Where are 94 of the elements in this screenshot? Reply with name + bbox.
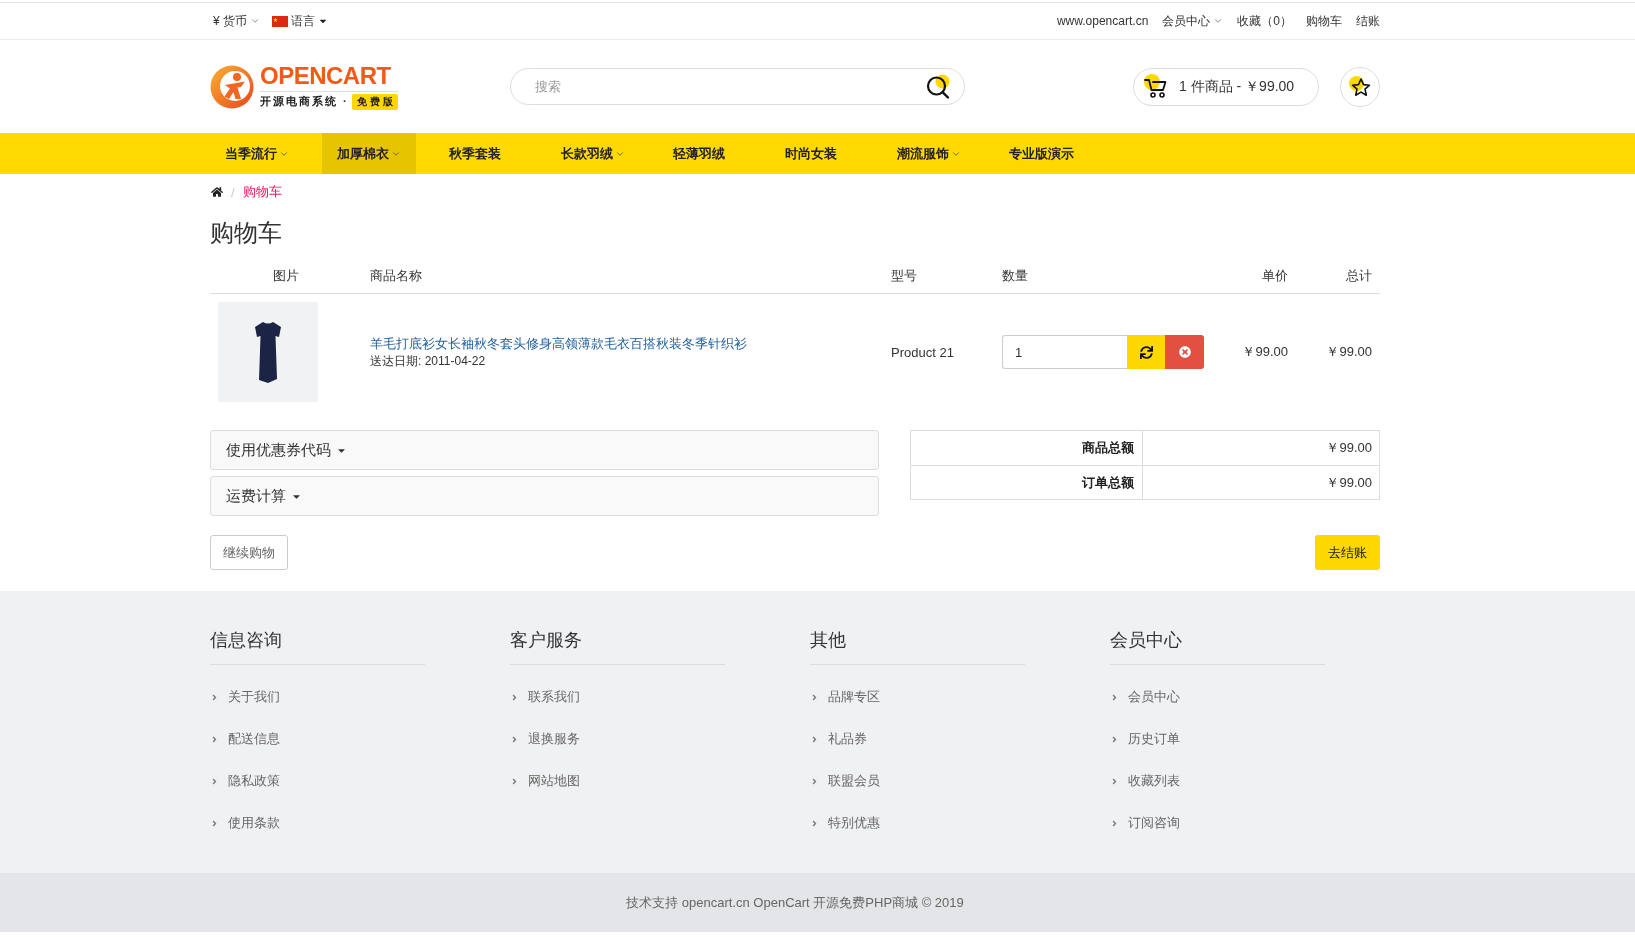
search-icon — [925, 74, 951, 100]
chevron-right-icon — [810, 734, 819, 744]
star-icon — [1349, 75, 1371, 98]
logo-tagline: 开源电商系统 · — [260, 94, 349, 109]
column-header: 数量 — [1002, 266, 1028, 285]
logo-wordmark: OPENCART — [260, 63, 392, 88]
total-label: 订单总额 — [911, 466, 1143, 499]
quantity-field[interactable]: 1 — [1002, 335, 1127, 369]
checkout-button[interactable]: 去结账 — [1315, 535, 1380, 570]
footer-heading: 会员中心 — [1110, 628, 1325, 665]
wishlist-button[interactable] — [1340, 66, 1380, 107]
model-cell: Product 21 — [891, 344, 954, 360]
top-link[interactable]: 收藏（0） — [1237, 12, 1292, 30]
flag-icon — [272, 15, 288, 27]
footer-link[interactable]: 订阅咨询 — [1128, 814, 1180, 832]
chevron-right-icon — [810, 776, 819, 786]
footer-link[interactable]: 隐私政策 — [228, 772, 280, 790]
nav-item[interactable]: 轻薄羽绒 — [658, 133, 740, 174]
breadcrumb-separator: / — [231, 184, 235, 200]
page-title: 购物车 — [210, 220, 283, 246]
footer-link[interactable]: 会员中心 — [1128, 688, 1180, 706]
collapsible-panel[interactable]: 运费计算 — [210, 476, 879, 516]
top-link[interactable]: 会员中心 — [1162, 12, 1224, 30]
total-value: ￥99.00 — [1325, 473, 1373, 492]
chevron-right-icon — [510, 692, 519, 702]
nav-item[interactable]: 时尚女装 — [770, 133, 852, 174]
column-header: 商品名称 — [370, 266, 422, 285]
collapsible-panel[interactable]: 使用优惠券代码 — [210, 430, 879, 470]
chevron-right-icon — [210, 692, 219, 702]
edition-badge: 免费版 — [351, 93, 398, 110]
footer-link[interactable]: 退换服务 — [528, 730, 580, 748]
footer-link[interactable]: 配送信息 — [228, 730, 280, 748]
continue-shopping-button[interactable]: 继续购物 — [210, 535, 288, 570]
chevron-right-icon — [1110, 692, 1119, 702]
copyright-text: 技术支持 opencart.cn OpenCart 开源免费PHP商城 © 2019 — [626, 893, 964, 912]
footer-heading: 客户服务 — [510, 628, 725, 665]
chevron-right-icon — [210, 818, 219, 828]
nav-item[interactable]: 秋季套装 — [434, 133, 516, 174]
footer-heading: 其他 — [810, 628, 1025, 665]
nav-item[interactable]: 潮流服饰 — [882, 133, 976, 174]
breadcrumb-link[interactable]: 购物车 — [242, 183, 282, 201]
total-cell: ￥99.00 — [1326, 343, 1372, 361]
currency-menu[interactable]: ¥ 货币 — [213, 12, 260, 30]
footer-link[interactable]: 使用条款 — [228, 814, 280, 832]
chevron-right-icon — [510, 776, 519, 786]
column-header: 总计 — [1346, 266, 1372, 285]
home-icon[interactable] — [211, 186, 223, 198]
footer-link[interactable]: 联盟会员 — [828, 772, 880, 790]
chevron-right-icon — [810, 818, 819, 828]
logo[interactable]: OPENCART 开源电商系统 · 免费版 — [210, 63, 510, 110]
chevron-right-icon — [1110, 776, 1119, 786]
chevron-right-icon — [1110, 818, 1119, 828]
column-header: 图片 — [273, 266, 299, 285]
footer-link[interactable]: 特别优惠 — [828, 814, 880, 832]
language-menu[interactable]: 语言 — [272, 12, 328, 30]
dress-icon — [253, 321, 283, 383]
nav-item[interactable]: 专业版演示 — [994, 133, 1089, 174]
top-link[interactable]: www.opencart.cn — [1056, 14, 1149, 28]
total-label: 商品总额 — [911, 431, 1143, 465]
nav-item[interactable]: 长款羽绒 — [546, 133, 640, 174]
logo-icon — [210, 64, 254, 109]
chevron-right-icon — [1110, 734, 1119, 744]
chevron-down-icon — [250, 16, 260, 26]
chevron-right-icon — [210, 734, 219, 744]
remove-button[interactable] — [1165, 335, 1204, 369]
nav-item[interactable]: 当季流行 — [210, 133, 304, 174]
total-value: ￥99.00 — [1325, 439, 1373, 457]
column-header: 型号 — [891, 266, 917, 285]
footer-link[interactable]: 网站地图 — [528, 772, 580, 790]
chevron-right-icon — [510, 734, 519, 744]
footer-link[interactable]: 品牌专区 — [828, 688, 880, 706]
chevron-right-icon — [210, 776, 219, 786]
unit-price-cell: ￥99.00 — [1242, 343, 1288, 361]
footer-link[interactable]: 礼品券 — [828, 730, 867, 748]
top-link[interactable]: 购物车 — [1306, 12, 1342, 30]
search-button[interactable] — [925, 74, 951, 100]
nav-item[interactable]: 加厚棉衣 — [322, 133, 416, 174]
product-photo[interactable] — [218, 302, 318, 402]
cart-button[interactable]: 1 件商品 - ￥99.00 — [1133, 67, 1319, 106]
update-button[interactable] — [1127, 335, 1165, 369]
column-header: 单价 — [1262, 266, 1288, 285]
footer-link[interactable]: 联系我们 — [528, 688, 580, 706]
footer-heading: 信息咨询 — [210, 628, 425, 665]
search-field[interactable]: 搜索 — [510, 68, 965, 105]
footer-link[interactable]: 历史订单 — [1128, 730, 1180, 748]
product-name-link[interactable]: 羊毛打底衫女长袖秋冬套头修身高领薄款毛衣百搭秋装冬季针织衫 — [370, 334, 747, 353]
refresh-icon — [1139, 345, 1153, 359]
cart-icon — [1143, 74, 1169, 99]
close-icon — [1178, 346, 1191, 358]
top-link[interactable]: 结账 — [1356, 12, 1380, 30]
footer-link[interactable]: 关于我们 — [228, 688, 280, 706]
chevron-right-icon — [810, 692, 819, 702]
footer-link[interactable]: 收藏列表 — [1128, 772, 1180, 790]
delivery-date: 送达日期: 2011-04-22 — [370, 352, 486, 370]
